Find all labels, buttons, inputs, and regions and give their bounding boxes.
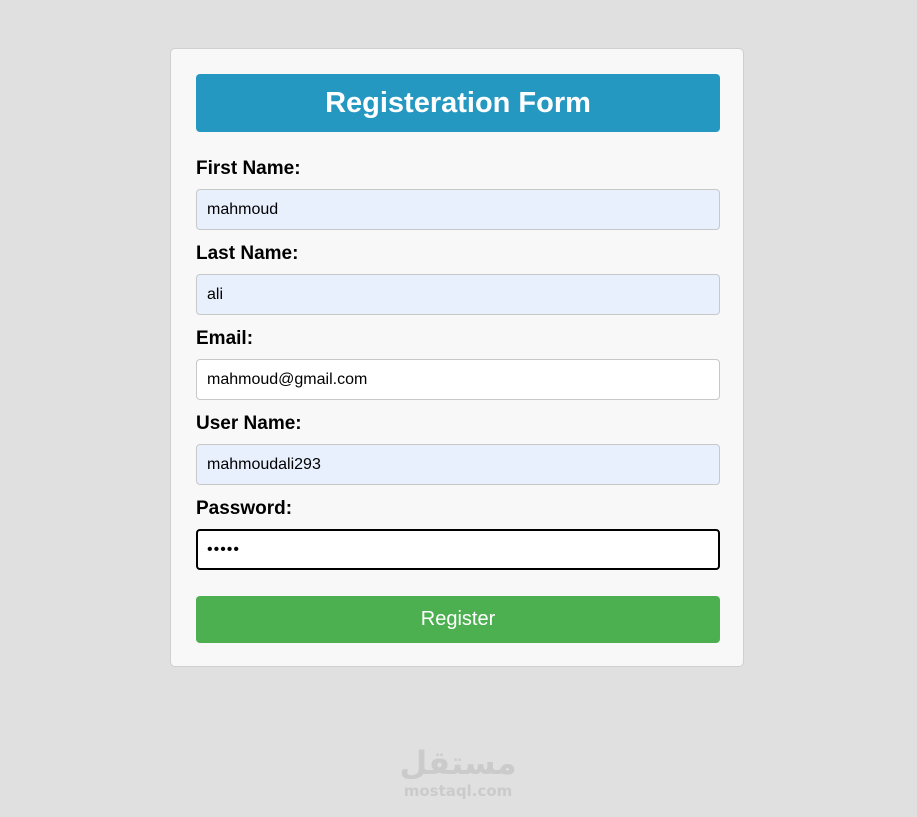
password-input[interactable] xyxy=(196,529,720,570)
watermark-logo: مستقل xyxy=(399,744,517,782)
username-input[interactable] xyxy=(196,444,720,485)
first-name-input[interactable] xyxy=(196,189,720,230)
first-name-label: First Name: xyxy=(196,158,301,179)
registration-form-card: Registeration Form First Name: Last Name… xyxy=(170,48,744,667)
watermark-domain: mostaql.com xyxy=(403,782,513,800)
username-label: User Name: xyxy=(196,413,302,434)
email-input[interactable] xyxy=(196,359,720,400)
last-name-input[interactable] xyxy=(196,274,720,315)
form-title: Registeration Form xyxy=(196,74,720,132)
email-label: Email: xyxy=(196,328,254,349)
mostaql-watermark: مستقل mostaql.com xyxy=(360,744,556,800)
password-label: Password: xyxy=(196,498,293,519)
register-button[interactable]: Register xyxy=(196,596,720,643)
last-name-label: Last Name: xyxy=(196,243,299,264)
